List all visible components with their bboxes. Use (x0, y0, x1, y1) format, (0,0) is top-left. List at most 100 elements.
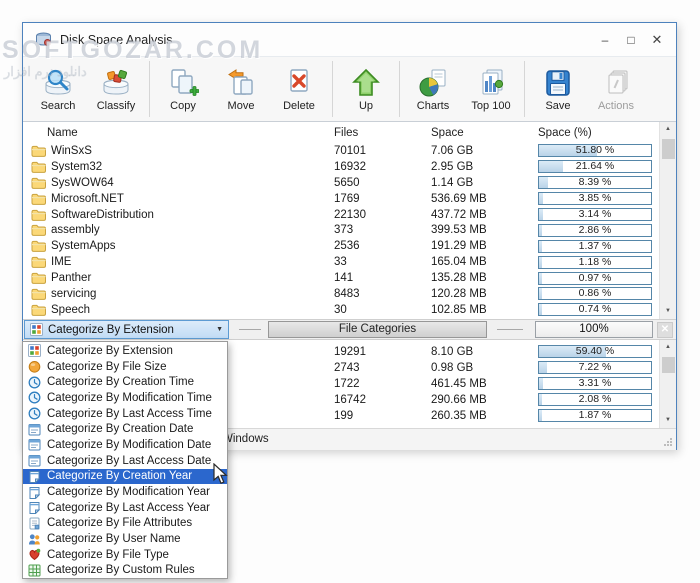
menu-item-categorize-by-modification-year[interactable]: Categorize By Modification Year (23, 484, 227, 500)
file-categories-button[interactable]: File Categories (268, 321, 487, 338)
files-count: 5650 (334, 177, 431, 189)
toolbar-actions-button[interactable]: Actions (587, 57, 645, 121)
column-header-name[interactable]: Name (23, 127, 334, 139)
year-icon (28, 470, 41, 483)
table-row[interactable]: Microsoft.NET1769536.69 MB3.85 % (23, 191, 676, 207)
toolbar-delete-button[interactable]: Delete (270, 57, 328, 121)
upper-scrollbar[interactable]: ▲ ▼ (659, 122, 676, 319)
scroll-up-icon[interactable]: ▲ (660, 122, 676, 137)
file-name: System32 (51, 161, 102, 173)
menu-item-categorize-by-creation-date[interactable]: Categorize By Creation Date (23, 421, 227, 437)
menu-item-categorize-by-creation-time[interactable]: Categorize By Creation Time (23, 374, 227, 390)
table-row[interactable]: assembly373399.53 MB2.86 % (23, 222, 676, 238)
delete-icon (283, 67, 315, 99)
lower-scrollbar[interactable]: ▲ ▼ (659, 340, 676, 428)
maximize-button[interactable]: □ (618, 26, 644, 54)
file-name: assembly (51, 224, 100, 236)
menu-item-categorize-by-file-attributes[interactable]: Categorize By File Attributes (23, 516, 227, 532)
categorize-dropdown-menu: Categorize By Extension Categorize By Fil… (22, 341, 228, 579)
table-row[interactable]: SysWOW6456501.14 GB8.39 % (23, 175, 676, 191)
table-row[interactable]: Speech30102.85 MB0.74 % (23, 302, 676, 318)
column-header-files[interactable]: Files (334, 127, 431, 139)
menu-item-categorize-by-last-access-date[interactable]: Categorize By Last Access Date (23, 453, 227, 469)
toolbar-top-100-button[interactable]: Top 100 (462, 57, 520, 121)
folder-icon (31, 193, 46, 205)
toolbar-classify-button[interactable]: Classify (87, 57, 145, 121)
menu-item-categorize-by-last-access-year[interactable]: Categorize By Last Access Year (23, 500, 227, 516)
scroll-down-icon[interactable]: ▼ (660, 304, 676, 319)
space-percent-cell: 0.86 % (538, 287, 654, 300)
table-row[interactable]: SystemApps2536191.29 MB1.37 % (23, 238, 676, 254)
files-count: 19291 (334, 346, 431, 358)
folder-icon (31, 177, 46, 189)
percent-label: 59.40 % (539, 346, 651, 357)
close-pane-button[interactable]: ✕ (657, 322, 673, 338)
menu-item-categorize-by-file-type[interactable]: Categorize By File Type (23, 547, 227, 563)
toolbar-button-label: Actions (598, 100, 634, 112)
table-row[interactable]: WinSxS701017.06 GB51.80 % (23, 143, 676, 159)
toolbar-search-button[interactable]: Search (29, 57, 87, 121)
space-percent-cell: 0.97 % (538, 272, 654, 285)
toolbar-button-label: Up (359, 100, 373, 112)
scrollbar-thumb[interactable] (662, 357, 675, 373)
toolbar-copy-button[interactable]: Copy (154, 57, 212, 121)
table-row[interactable]: Panther141135.28 MB0.97 % (23, 270, 676, 286)
menu-item-categorize-by-extension[interactable]: Categorize By Extension (23, 343, 227, 359)
table-row[interactable]: System32169322.95 GB21.64 % (23, 159, 676, 175)
time-icon (28, 407, 41, 420)
name-cell: IME (23, 256, 334, 268)
menu-item-categorize-by-custom-rules[interactable]: Categorize By Custom Rules (23, 563, 227, 579)
status-path-text: Windows (222, 433, 269, 445)
toolbar: Search Classify CopyMoveDelete Up ChartsTop … (23, 56, 676, 122)
menu-item-label: Categorize By Last Access Date (47, 455, 211, 467)
scroll-up-icon[interactable]: ▲ (660, 340, 676, 355)
menu-item-categorize-by-last-access-time[interactable]: Categorize By Last Access Time (23, 406, 227, 422)
percent-bar: 1.87 % (538, 409, 652, 422)
top-100-icon (475, 67, 507, 99)
zoom-level-button[interactable]: 100% (535, 321, 653, 338)
menu-item-categorize-by-creation-year[interactable]: Categorize By Creation Year (23, 469, 227, 485)
minimize-button[interactable]: – (592, 26, 618, 54)
toolbar-save-button[interactable]: Save (529, 57, 587, 121)
categorize-combo-box[interactable]: Categorize By Extension ▼ (24, 320, 229, 339)
space-value: 191.29 MB (431, 240, 538, 252)
close-button[interactable]: ✕ (644, 26, 670, 54)
space-value: 437.72 MB (431, 209, 538, 221)
table-row[interactable]: SoftwareDistribution22130437.72 MB3.14 % (23, 207, 676, 223)
toolbar-charts-button[interactable]: Charts (404, 57, 462, 121)
menu-item-categorize-by-user-name[interactable]: Categorize By User Name (23, 531, 227, 547)
menu-item-categorize-by-modification-time[interactable]: Categorize By Modification Time (23, 390, 227, 406)
extension-icon (28, 344, 41, 357)
percent-label: 1.18 % (539, 257, 651, 268)
space-percent-cell: 1.87 % (538, 409, 654, 422)
charts-icon (417, 67, 449, 99)
menu-item-categorize-by-file-size[interactable]: Categorize By File Size (23, 359, 227, 375)
space-value: 2.95 GB (431, 161, 538, 173)
time-icon (28, 391, 41, 404)
table-row[interactable]: servicing8483120.28 MB0.86 % (23, 286, 676, 302)
column-header-space[interactable]: Space (431, 127, 538, 139)
table-row[interactable]: IME33165.04 MB1.18 % (23, 254, 676, 270)
search-icon (42, 67, 74, 99)
scroll-down-icon[interactable]: ▼ (660, 413, 676, 428)
toolbar-up-button[interactable]: Up (337, 57, 395, 121)
files-count: 141 (334, 272, 431, 284)
resize-grip[interactable] (663, 437, 673, 447)
date-icon (28, 438, 41, 451)
space-value: 1.14 GB (431, 177, 538, 189)
time-icon (28, 376, 41, 389)
menu-item-categorize-by-modification-date[interactable]: Categorize By Modification Date (23, 437, 227, 453)
toolbar-button-label: Classify (97, 100, 136, 112)
toolbar-move-button[interactable]: Move (212, 57, 270, 121)
files-count: 199 (334, 410, 431, 422)
space-percent-cell: 2.86 % (538, 224, 654, 237)
column-header-space-percent[interactable]: Space (%) (538, 127, 654, 139)
percent-bar: 0.74 % (538, 303, 652, 316)
extension-icon (30, 323, 43, 336)
file-name: IME (51, 256, 71, 268)
scrollbar-thumb[interactable] (662, 139, 675, 159)
space-percent-cell: 51.80 % (538, 144, 654, 157)
menu-item-label: Categorize By File Size (47, 361, 167, 373)
menu-item-label: Categorize By File Attributes (47, 517, 192, 529)
percent-bar: 0.97 % (538, 272, 652, 285)
